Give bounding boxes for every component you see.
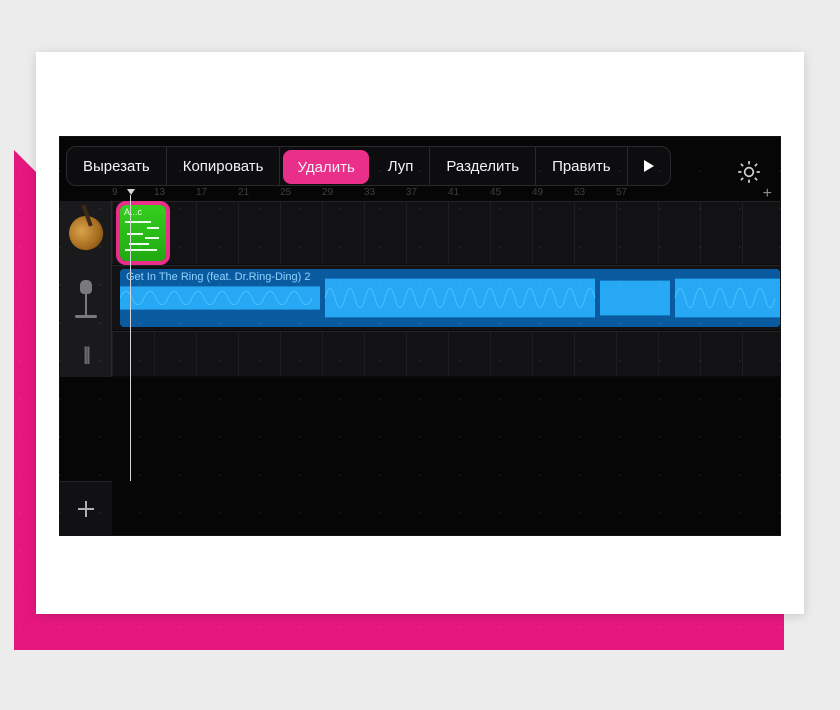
guitar-icon <box>64 211 108 255</box>
ruler-tick: 17 <box>196 187 238 201</box>
track-lane-audio[interactable]: Get In The Ring (feat. Dr.Ring-Ding) 2 <box>112 265 780 331</box>
audio-clip-title: Get In The Ring (feat. Dr.Ring-Ding) 2 <box>120 269 780 285</box>
menu-more-arrow-icon[interactable] <box>628 147 670 185</box>
ruler-tick: 41 <box>448 187 490 201</box>
context-menu-row: Вырезать Копировать Удалить Луп Разделит… <box>60 145 780 187</box>
ruler-tick: 57 <box>616 187 658 201</box>
selection-highlight <box>116 201 170 265</box>
menu-delete[interactable]: Удалить <box>283 150 368 184</box>
daw-app: Вырезать Копировать Удалить Луп Разделит… <box>59 136 781 536</box>
midi-clip-selected[interactable]: A...c <box>120 205 166 261</box>
ruler-tick: 29 <box>322 187 364 201</box>
multitrack-icon: ||| <box>83 344 88 365</box>
ruler-tick: 33 <box>364 187 406 201</box>
ruler-tick: 49 <box>532 187 574 201</box>
track-lane-empty[interactable] <box>112 331 780 377</box>
ruler-tick: 45 <box>490 187 532 201</box>
microphone-icon <box>79 280 93 316</box>
ruler-tick: 37 <box>406 187 448 201</box>
ruler-tick: 21 <box>238 187 280 201</box>
track-row-guitar: A...c <box>60 201 780 265</box>
track-row-audio: Get In The Ring (feat. Dr.Ring-Ding) 2 <box>60 265 780 331</box>
playhead[interactable] <box>130 195 131 481</box>
timeline-ruler[interactable]: 9 13 17 21 25 29 33 37 41 45 49 53 57 <box>112 187 752 201</box>
context-menu: Вырезать Копировать Удалить Луп Разделит… <box>66 146 671 186</box>
track-row-empty: ||| <box>60 331 780 377</box>
track-lane-guitar[interactable]: A...c <box>112 201 780 265</box>
menu-cut[interactable]: Вырезать <box>67 147 167 185</box>
settings-gear-icon[interactable] <box>736 159 762 185</box>
menu-split[interactable]: Разделить <box>430 147 536 185</box>
menu-copy[interactable]: Копировать <box>167 147 281 185</box>
track-header-multiselect[interactable]: ||| <box>60 331 112 377</box>
screenshot-card: Вырезать Копировать Удалить Луп Разделит… <box>36 52 804 614</box>
plus-icon <box>76 499 96 519</box>
audio-clip[interactable]: Get In The Ring (feat. Dr.Ring-Ding) 2 <box>120 269 780 327</box>
track-header-guitar[interactable] <box>60 201 112 265</box>
track-header-audio[interactable] <box>60 265 112 331</box>
ruler-tick: 13 <box>154 187 196 201</box>
menu-loop[interactable]: Луп <box>372 147 431 185</box>
ruler-tick: 53 <box>574 187 616 201</box>
ruler-tick: 25 <box>280 187 322 201</box>
menu-edit[interactable]: Править <box>536 147 628 185</box>
add-track-button[interactable] <box>60 481 112 535</box>
